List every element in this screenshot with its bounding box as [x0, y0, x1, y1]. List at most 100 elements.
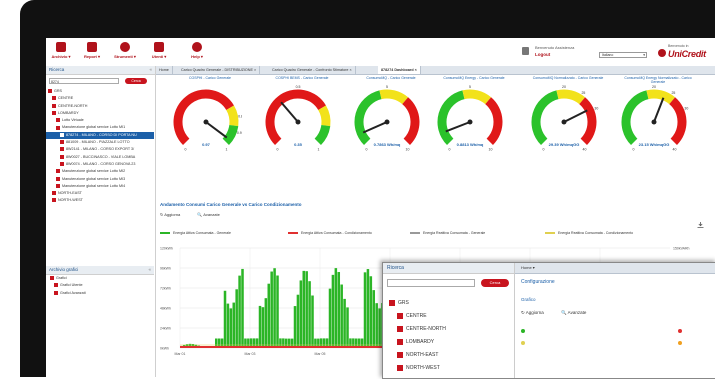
report-menu-button[interactable]: Report ▾ — [77, 42, 107, 62]
chart-folder-item[interactable]: Grafici Avanzati — [46, 290, 154, 297]
help-menu-button[interactable]: Help ▾ — [182, 42, 212, 62]
gauge-tick-label: 1 — [226, 148, 228, 152]
unicredit-logo-icon — [658, 49, 666, 57]
gauge-needle — [281, 102, 298, 122]
refresh-label: Aggiorna — [164, 212, 180, 217]
secondary-search-button[interactable]: Cerca — [481, 279, 509, 287]
archive-menu-label: Archivio ▾ — [46, 54, 76, 59]
gauge-band — [488, 101, 498, 142]
secondary-advanced-button[interactable]: 🔍 Avanzate — [561, 310, 594, 315]
collapse-icon[interactable]: « — [149, 66, 152, 74]
tree-item[interactable]: Manutenzione global service Lotto MI4 — [46, 183, 154, 190]
tree-item-label: Manutenzione global service Lotto MI2 — [62, 169, 125, 173]
building-icon — [52, 96, 56, 100]
chart-bar — [265, 298, 268, 348]
gauge-tick-label: 0 — [543, 148, 545, 152]
chart-folder-item[interactable]: Grafici — [46, 275, 154, 282]
building-icon — [60, 162, 64, 166]
y-right-tick-label: 150kVARh — [673, 247, 690, 251]
tab-distribuzione[interactable]: Carico Quadro Generale - DISTRIBUZIONE × — [178, 66, 260, 74]
gauge-band — [672, 101, 682, 142]
chart-bar — [332, 275, 335, 348]
legend-item[interactable]: Energia Attiva Consumata - Condizionamen… — [288, 231, 372, 235]
download-icon[interactable] — [697, 222, 704, 228]
collapse-icon[interactable]: « — [148, 266, 151, 274]
legend-item[interactable]: Energia Reattiva Consumata - Condizionam… — [545, 231, 633, 235]
tree-item[interactable]: 878274 - MILANO - CORSO DI PORTA NU — [46, 132, 154, 139]
folder-icon — [54, 291, 58, 295]
legend-item[interactable]: Energia Reattiva Consumata - Generale — [410, 231, 485, 235]
secondary-tree-item[interactable]: CENTRE — [389, 310, 513, 323]
gauge: COSPHI - Carico Generale0.97010.80.9 — [170, 76, 242, 156]
gauge-title: ConsumoMQ Energy - Carico Generale — [434, 76, 514, 80]
logout-link[interactable]: Logout — [535, 52, 550, 57]
tools-menu-button[interactable]: Strumenti ▾ — [110, 42, 140, 62]
secondary-refresh-button[interactable]: ↻ Aggiorna — [521, 310, 552, 315]
secondary-tree-item[interactable]: NORTH-WEST — [389, 362, 513, 375]
tree-item[interactable]: NORTH-WEST — [46, 197, 154, 204]
secondary-tree-item[interactable]: CENTRE-NORTH — [389, 323, 513, 336]
tab-dashboard[interactable]: 878274 Dashboard × — [378, 66, 421, 74]
chart-bar — [367, 269, 370, 348]
gauge-tick-label: 30 — [594, 107, 598, 111]
search-button[interactable]: Cerca — [125, 78, 147, 84]
tree-item[interactable]: 881009 - MILANO - PIAZZALE LOTTO — [46, 139, 154, 146]
x-tick-label: Mar 03 — [245, 352, 256, 356]
secondary-window: Ricerca Cerca GRSCENTRECENTRE-NORTHLOMBA… — [382, 262, 715, 379]
site-tree: GRSCENTRE CENTRE-NORTH LOMBARDYLotto Virtu… — [46, 88, 154, 205]
secondary-tab-home[interactable]: Home ▾ — [521, 265, 535, 270]
gauge: COSPHI BEMS - Carico Generale0.35010.5 — [262, 76, 334, 156]
secondary-tree-item[interactable]: NORTH-EAST — [389, 349, 513, 362]
secondary-tree-item-label: GRS — [398, 300, 409, 306]
secondary-tree-item[interactable]: SOUTH — [389, 375, 513, 379]
refresh-button[interactable]: ↻ Aggiorna — [160, 212, 188, 217]
archive-icon — [56, 42, 66, 52]
chart-bar — [227, 304, 230, 348]
secondary-search-input[interactable] — [387, 279, 475, 287]
building-icon — [397, 339, 403, 345]
users-menu-label: Utenti ▾ — [144, 54, 174, 59]
tree-item[interactable]: Lotto Virtuale — [46, 117, 154, 124]
tree-item[interactable]: CENTRE — [46, 95, 154, 102]
tab-home[interactable]: Home — [156, 66, 173, 74]
tree-item[interactable]: LOMBARDY — [46, 110, 154, 117]
secondary-tree-item[interactable]: GRS — [389, 297, 513, 310]
secondary-advanced-label: Avanzate — [568, 310, 587, 315]
y-tick-label: 120kWh — [160, 247, 173, 251]
gauge-band — [536, 95, 557, 142]
chart-folder-item[interactable]: Grafici Utente — [46, 282, 154, 289]
tree-item[interactable]: Manutenzione global service Lotto MI2 — [46, 168, 154, 175]
tree-item[interactable]: 8W0027 - BUCCINASCO - VIALE LOMBA — [46, 154, 154, 161]
left-panel: Ricerca « 8274 Cerca GRSCENTRECENTRE-NOR… — [46, 66, 156, 377]
y-tick-label: 96kWh — [160, 267, 171, 271]
gauge-tick-label: 5 — [469, 85, 471, 89]
advanced-label: Avanzate — [203, 212, 220, 217]
search-input[interactable]: 8274 — [49, 78, 119, 84]
y-tick-label: 72kWh — [160, 287, 171, 291]
tree-item[interactable]: GRS — [46, 88, 154, 95]
secondary-tree-item[interactable]: LOMBARDY — [389, 336, 513, 349]
tab-confronto[interactable]: Carico Quadro Generale - Confronto Stima… — [269, 66, 356, 74]
gauge-tick-label: 0 — [277, 148, 279, 152]
legend-dot-icon — [521, 329, 525, 333]
gauge-band — [557, 94, 582, 101]
user-area: Benvenuto Assistenza Logout — [522, 44, 610, 60]
gauge-needle — [363, 122, 387, 132]
gauge-dial: 040202530 — [528, 84, 600, 154]
legend-item[interactable]: Energia Attiva Consumata - Generale — [160, 231, 231, 235]
tree-item[interactable]: CENTRE-NORTH — [46, 103, 154, 110]
tree-item[interactable]: NORTH-EAST — [46, 190, 154, 197]
tree-item-label: CENTRE-NORTH — [58, 104, 87, 108]
tree-item[interactable]: 8W2141 - MILANO - CORSO EXPORT 3/ — [46, 146, 154, 153]
gauge-title: ConsumoMQ Energy Normalizzato - Carico G… — [618, 76, 698, 84]
tree-item[interactable]: 8W0074 - MILANO - CORSO GENOVA 23 — [46, 161, 154, 168]
chart-bar — [235, 289, 238, 348]
archive-menu-button[interactable]: Archivio ▾ — [46, 42, 76, 62]
chart-bar — [259, 306, 262, 348]
tree-item[interactable]: Manutenzione global service Lotto MI3 — [46, 176, 154, 183]
advanced-button[interactable]: 🔍 Avanzate — [197, 212, 227, 217]
users-menu-button[interactable]: Utenti ▾ — [144, 42, 174, 62]
tree-item[interactable]: Manutenzione global service Lotto MI1 — [46, 124, 154, 131]
secondary-site-tree: GRS CENTRECENTRE-NORTHLOMBARDYNORTH-EASTN… — [389, 297, 513, 379]
language-select[interactable]: Italiano ▾ — [599, 52, 647, 58]
